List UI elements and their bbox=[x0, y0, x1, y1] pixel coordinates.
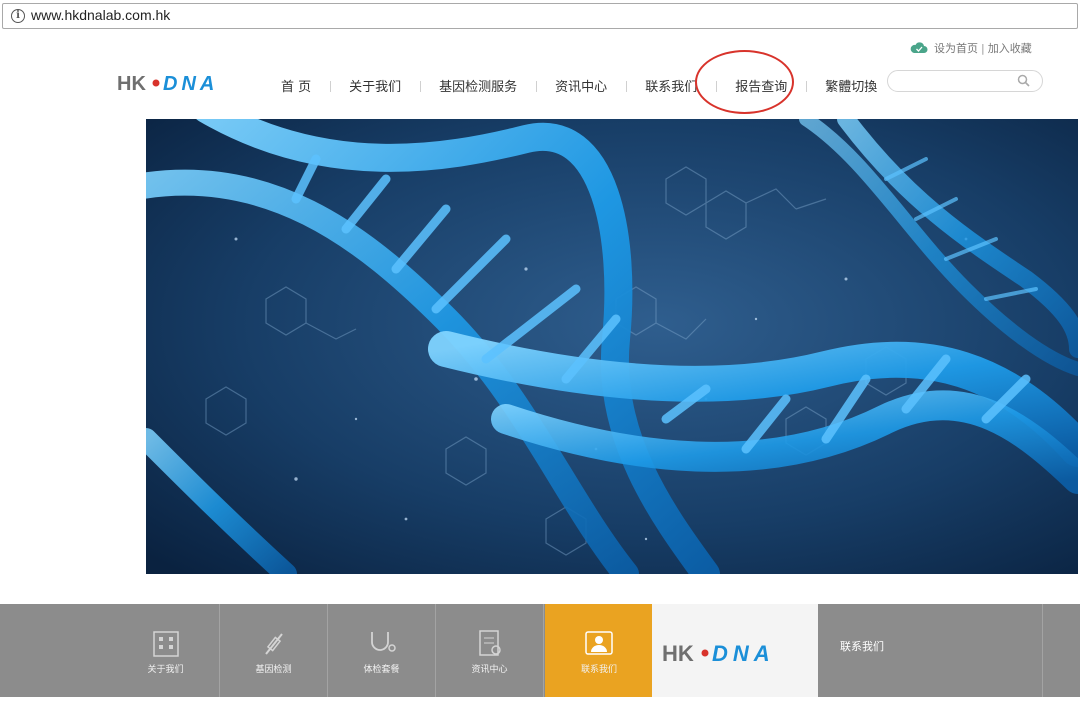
nav-item-traditional-chinese[interactable]: 繁體切換 bbox=[806, 76, 896, 95]
search-input[interactable] bbox=[887, 70, 1043, 92]
toplinks-separator: | bbox=[981, 41, 985, 55]
hero-banner[interactable] bbox=[146, 119, 1078, 574]
footer-tile-gene-testing[interactable]: 基因检测 bbox=[220, 604, 328, 697]
footer-tile-label: 关于我们 bbox=[147, 665, 184, 675]
footer-divider bbox=[1042, 604, 1043, 697]
syringe-icon bbox=[265, 633, 283, 655]
nav-item-about[interactable]: 关于我们 bbox=[330, 76, 420, 95]
nav-item-news[interactable]: 资讯中心 bbox=[536, 76, 626, 95]
cloud-icon bbox=[910, 42, 928, 53]
footer-logo[interactable]: HK DNA bbox=[652, 604, 818, 697]
main-nav: 首 页 关于我们 基因检测服务 资讯中心 联系我们 报告查询 繁體切換 bbox=[262, 74, 896, 96]
contact-person-icon bbox=[585, 631, 613, 655]
nav-item-gene-testing[interactable]: 基因检测服务 bbox=[420, 76, 536, 95]
set-homepage-link[interactable]: 设为首页 bbox=[934, 40, 978, 56]
url-input[interactable]: i www.hkdnalab.com.hk bbox=[2, 3, 1078, 29]
footer-tile-news[interactable]: 资讯中心 bbox=[436, 604, 544, 697]
footer-tile-contact[interactable]: 联系我们 bbox=[545, 604, 653, 697]
search-icon[interactable] bbox=[1017, 74, 1030, 87]
document-icon bbox=[479, 630, 501, 656]
footer-tile-label: 资讯中心 bbox=[471, 665, 508, 675]
footer-bar: 关于我们 基因检测 体检套餐 资讯中心 联系我们 HK DNA 联系我们 bbox=[0, 604, 1080, 697]
report-query-highlight-circle bbox=[695, 50, 794, 114]
nav-item-home[interactable]: 首 页 bbox=[262, 76, 330, 95]
logo-hk-text: HK bbox=[117, 73, 146, 94]
top-links: 设为首页 | 加入收藏 bbox=[910, 40, 1032, 56]
footer-logo-dna-text: DNA bbox=[712, 641, 775, 666]
site-logo[interactable]: HK DNA bbox=[117, 72, 247, 95]
footer-logo-hk-text: HK bbox=[662, 641, 694, 666]
browser-address-bar: i www.hkdnalab.com.hk bbox=[0, 0, 1080, 32]
dna-helix-image bbox=[146, 119, 1078, 574]
site-info-icon[interactable]: i bbox=[11, 9, 25, 23]
footer-contact-title: 联系我们 bbox=[840, 640, 884, 653]
footer-tile-label: 体检套餐 bbox=[363, 665, 400, 675]
footer-tile-about[interactable]: 关于我们 bbox=[112, 604, 220, 697]
stethoscope-icon bbox=[371, 632, 396, 652]
add-favorite-link[interactable]: 加入收藏 bbox=[988, 40, 1032, 56]
footer-tile-label: 基因检测 bbox=[255, 665, 292, 675]
footer-tile-label: 联系我们 bbox=[580, 665, 617, 675]
footer-tile-checkup[interactable]: 体检套餐 bbox=[328, 604, 436, 697]
url-text[interactable]: www.hkdnalab.com.hk bbox=[31, 7, 170, 23]
logo-dna-text: DNA bbox=[163, 73, 218, 94]
building-icon bbox=[153, 631, 179, 657]
